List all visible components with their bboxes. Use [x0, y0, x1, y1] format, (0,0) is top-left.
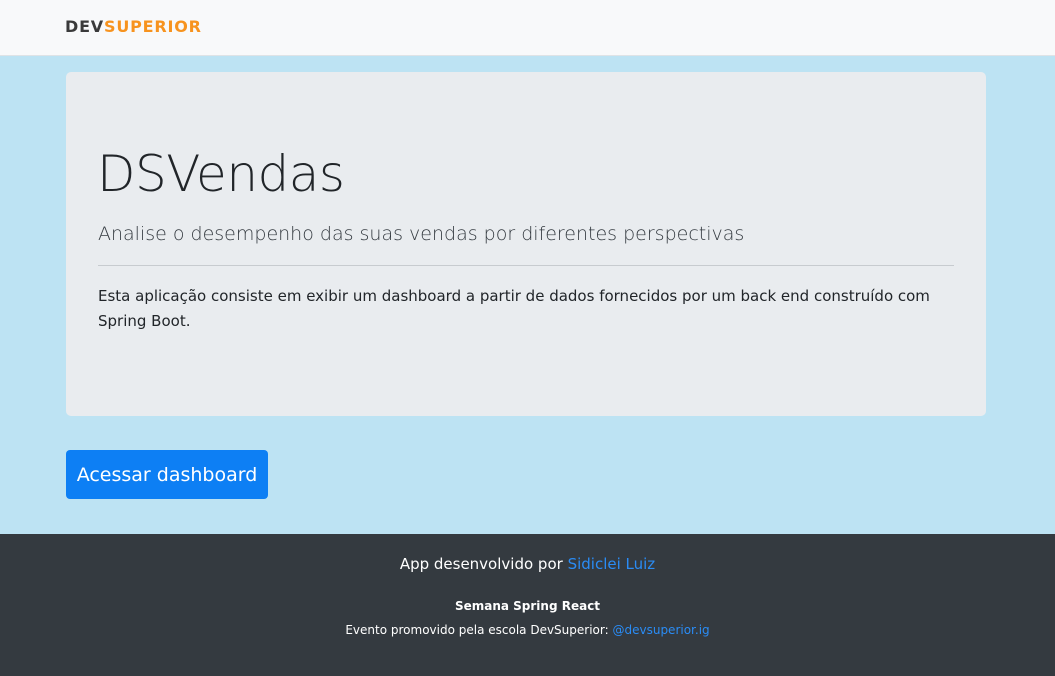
description-text: Esta aplicação consiste em exibir um das… [98, 287, 930, 330]
event-name: Semana Spring React [454, 599, 601, 613]
jumbotron: DSVendas Analise o desempenho das suas v… [66, 72, 986, 416]
devsuperior-logo[interactable]: DEVSUPERIOR [65, 17, 202, 37]
footer-credits: App desenvolvido por Sidiclei Luiz [0, 553, 1055, 575]
logo-dev-text: DEV [65, 17, 104, 36]
lead-text: Analise o desempenho das suas vendas por… [98, 223, 745, 245]
logo-superior-text: SUPERIOR [104, 17, 202, 36]
footer-promotion: Evento promovido pela escola DevSuperior… [0, 621, 1055, 639]
author-link[interactable]: Sidiclei Luiz [568, 555, 656, 573]
access-dashboard-button[interactable]: Acessar dashboard [66, 450, 268, 499]
page-title: DSVendas [97, 145, 345, 203]
instagram-link[interactable]: @devsuperior.ig [612, 623, 709, 637]
developed-by-text: App desenvolvido por [399, 555, 563, 573]
promoted-by-text: Evento promovido pela escola DevSuperior… [345, 623, 609, 637]
footer: App desenvolvido por Sidiclei Luiz Seman… [0, 534, 1055, 676]
divider [98, 265, 954, 266]
top-navbar: DEVSUPERIOR [0, 0, 1055, 56]
